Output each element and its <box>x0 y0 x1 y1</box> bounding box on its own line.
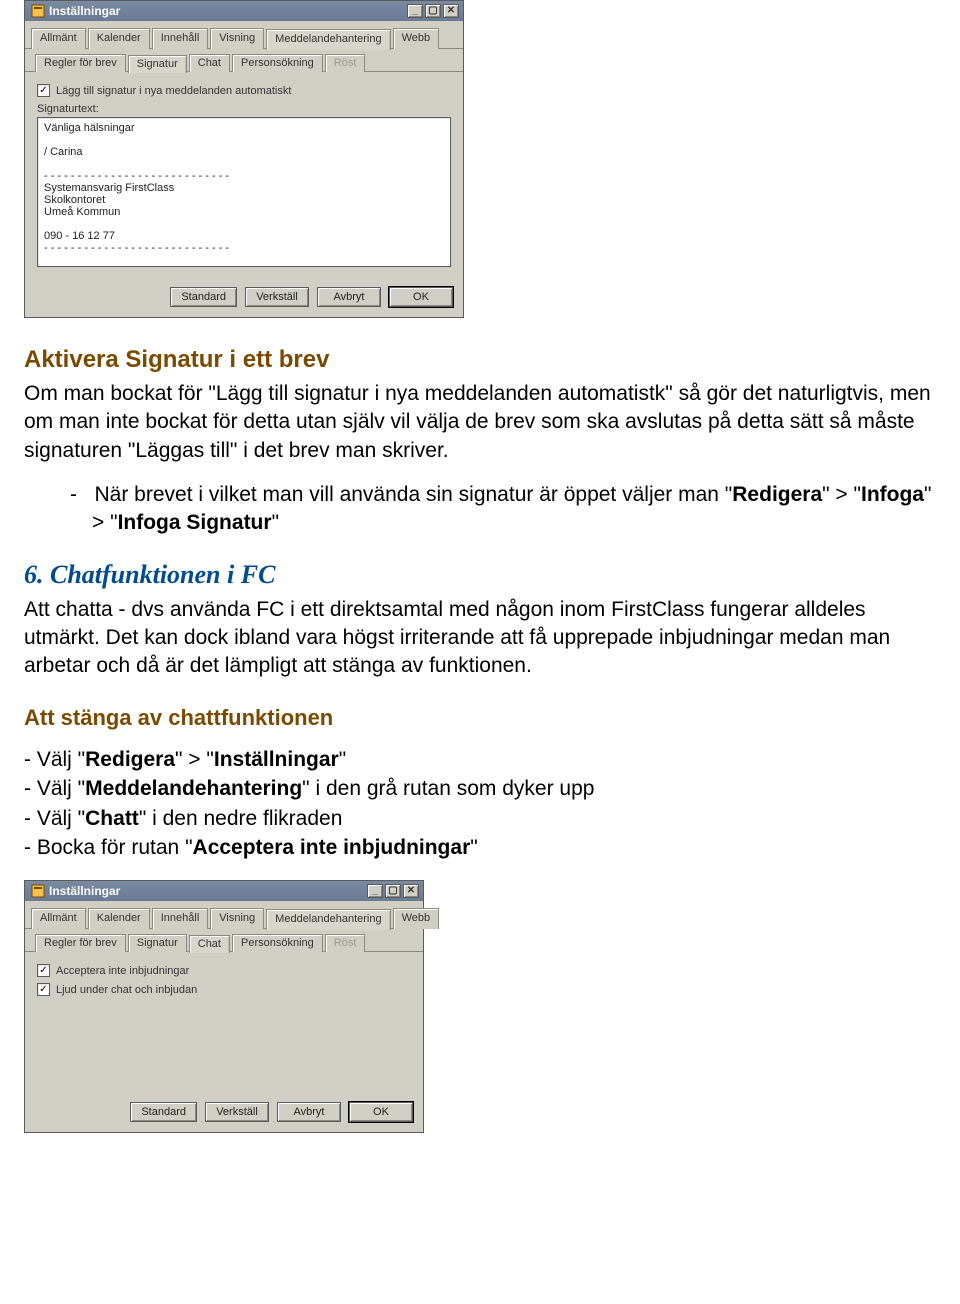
paragraph-chat: Att chatta - dvs använda FC i ett direkt… <box>24 596 936 681</box>
checkbox-auto-signature-label: Lägg till signatur i nya meddelanden aut… <box>56 85 291 97</box>
standard-button[interactable]: Standard <box>130 1102 197 1122</box>
minimize-button[interactable]: _ <box>407 4 423 18</box>
cancel-button[interactable]: Avbryt <box>277 1102 341 1122</box>
apply-button[interactable]: Verkställ <box>205 1102 269 1122</box>
window-title: Inställningar <box>49 4 407 18</box>
subtab-signatur[interactable]: Signatur <box>128 934 187 952</box>
tab-meddelandehantering[interactable]: Meddelandehantering <box>266 29 390 50</box>
button-bar: Standard Verkställ Avbryt OK <box>25 277 463 317</box>
titlebar[interactable]: Inställningar _ ▢ ✕ <box>25 881 423 901</box>
subtab-chat[interactable]: Chat <box>189 935 230 953</box>
paragraph-intro: Om man bockat för "Lägg till signatur i … <box>24 380 936 465</box>
subtabs-row: Regler för brev Signatur Chat Personsökn… <box>25 49 463 72</box>
step-1: - Välj "Redigera" > "Inställningar" <box>24 745 936 774</box>
subtab-regler[interactable]: Regler för brev <box>35 934 126 952</box>
tab-allmant[interactable]: Allmänt <box>31 908 86 929</box>
minimize-button[interactable]: _ <box>367 884 383 898</box>
subtab-chat[interactable]: Chat <box>189 54 230 72</box>
signature-textarea[interactable]: Vänliga hälsningar / Carina - - - - - - … <box>37 117 451 267</box>
checkbox-accept-none-label: Acceptera inte inbjudningar <box>56 965 189 977</box>
tab-allmant[interactable]: Allmänt <box>31 28 86 49</box>
tab-webb[interactable]: Webb <box>393 908 440 929</box>
step-3: - Välj "Chatt" i den nedre flikraden <box>24 804 936 833</box>
list-item-redigera-infoga: - När brevet i vilket man vill använda s… <box>70 481 936 538</box>
maximize-button[interactable]: ▢ <box>385 884 401 898</box>
cancel-button[interactable]: Avbryt <box>317 287 381 307</box>
titlebar[interactable]: Inställningar _ ▢ ✕ <box>25 1 463 21</box>
subtab-signatur[interactable]: Signatur <box>128 55 187 73</box>
heading-stanga-av: Att stänga av chattfunktionen <box>24 705 936 731</box>
checkbox-sound-label: Ljud under chat och inbjudan <box>56 984 197 996</box>
tabs-row: Allmänt Kalender Innehåll Visning Meddel… <box>25 901 423 929</box>
tab-innehall[interactable]: Innehåll <box>152 908 209 929</box>
steps-list: - Välj "Redigera" > "Inställningar" - Vä… <box>24 745 936 863</box>
checkbox-sound[interactable]: ✓ <box>37 983 50 996</box>
window-body: ✓ Lägg till signatur i nya meddelanden a… <box>25 72 463 277</box>
standard-button[interactable]: Standard <box>170 287 237 307</box>
subtab-personsokning[interactable]: Personsökning <box>232 54 323 72</box>
window-title: Inställningar <box>49 884 367 898</box>
subtabs-row: Regler för brev Signatur Chat Personsökn… <box>25 929 423 952</box>
tab-visning[interactable]: Visning <box>210 908 264 929</box>
heading-chatfunktionen: 6. Chatfunktionen i FC <box>24 560 936 590</box>
step-4: - Bocka för rutan "Acceptera inte inbjud… <box>24 833 936 862</box>
button-bar: Standard Verkställ Avbryt OK <box>25 1092 423 1132</box>
subtab-personsokning[interactable]: Personsökning <box>232 934 323 952</box>
ok-button[interactable]: OK <box>389 287 453 307</box>
close-button[interactable]: ✕ <box>403 884 419 898</box>
apply-button[interactable]: Verkställ <box>245 287 309 307</box>
heading-aktivera-signatur: Aktivera Signatur i ett brev <box>24 346 936 374</box>
subtab-regler[interactable]: Regler för brev <box>35 54 126 72</box>
settings-window-2: Inställningar _ ▢ ✕ Allmänt Kalender Inn… <box>24 880 424 1133</box>
settings-window-1: Inställningar _ ▢ ✕ Allmänt Kalender Inn… <box>24 0 464 318</box>
tab-kalender[interactable]: Kalender <box>88 908 150 929</box>
maximize-button[interactable]: ▢ <box>425 4 441 18</box>
ok-button[interactable]: OK <box>349 1102 413 1122</box>
signature-label: Signaturtext: <box>37 103 453 115</box>
subtab-rost: Röst <box>325 54 366 72</box>
tab-kalender[interactable]: Kalender <box>88 28 150 49</box>
app-icon <box>31 884 45 898</box>
tab-webb[interactable]: Webb <box>393 28 440 49</box>
app-icon <box>31 4 45 18</box>
checkbox-accept-none[interactable]: ✓ <box>37 964 50 977</box>
tab-meddelandehantering[interactable]: Meddelandehantering <box>266 909 390 930</box>
step-2: - Välj "Meddelandehantering" i den grå r… <box>24 774 936 803</box>
checkbox-auto-signature[interactable]: ✓ <box>37 84 50 97</box>
tab-visning[interactable]: Visning <box>210 28 264 49</box>
window-body: ✓ Acceptera inte inbjudningar ✓ Ljud und… <box>25 952 423 1092</box>
subtab-rost: Röst <box>325 934 366 952</box>
tab-innehall[interactable]: Innehåll <box>152 28 209 49</box>
close-button[interactable]: ✕ <box>443 4 459 18</box>
tabs-row: Allmänt Kalender Innehåll Visning Meddel… <box>25 21 463 49</box>
